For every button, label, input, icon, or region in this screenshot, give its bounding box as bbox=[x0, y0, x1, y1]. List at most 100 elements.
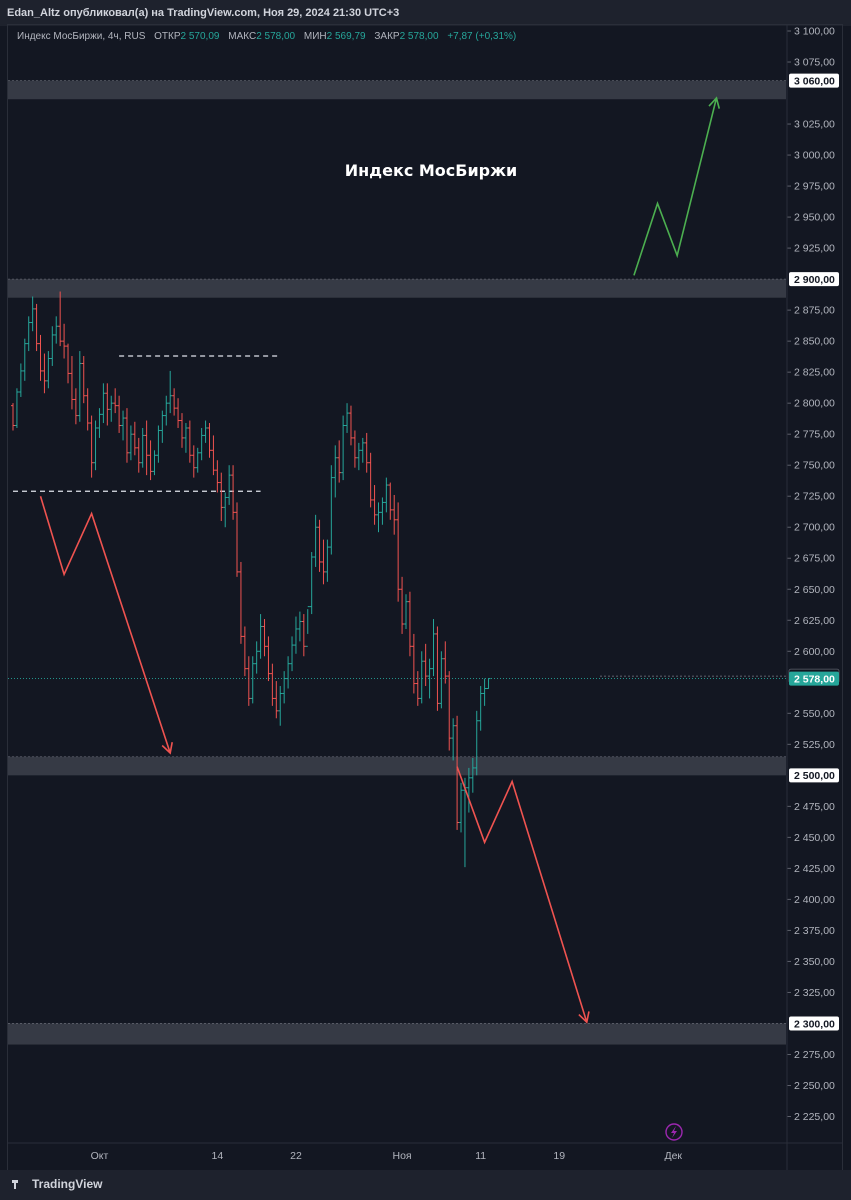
ohlc-bar[interactable] bbox=[317, 519, 322, 572]
ohlc-bar[interactable] bbox=[376, 502, 381, 533]
ohlc-bar[interactable] bbox=[451, 718, 456, 761]
ohlc-bar[interactable] bbox=[368, 452, 373, 508]
ohlc-bar[interactable] bbox=[54, 316, 59, 344]
ohlc-bar[interactable] bbox=[364, 432, 369, 473]
ohlc-bar[interactable] bbox=[89, 415, 94, 478]
ohlc-bar[interactable] bbox=[384, 477, 389, 513]
ohlc-bar[interactable] bbox=[101, 383, 106, 424]
ohlc-bar[interactable] bbox=[459, 782, 464, 833]
ohlc-bar[interactable] bbox=[69, 356, 74, 410]
ohlc-bar[interactable] bbox=[419, 651, 424, 704]
ohlc-bar[interactable] bbox=[215, 460, 220, 493]
ohlc-bar[interactable] bbox=[152, 450, 157, 476]
ohlc-bar[interactable] bbox=[93, 420, 98, 471]
ohlc-bar[interactable] bbox=[278, 686, 283, 726]
ohlc-bar[interactable] bbox=[164, 395, 169, 426]
ohlc-bar[interactable] bbox=[404, 594, 408, 629]
ohlc-bar[interactable] bbox=[388, 482, 393, 520]
ohlc-bar[interactable] bbox=[372, 485, 377, 525]
ohlc-bar[interactable] bbox=[246, 656, 251, 706]
ohlc-bar[interactable] bbox=[117, 395, 122, 433]
ohlc-bar[interactable] bbox=[144, 420, 149, 476]
ohlc-bar[interactable] bbox=[333, 445, 338, 498]
ohlc-bar[interactable] bbox=[176, 398, 181, 428]
ohlc-bar[interactable] bbox=[380, 497, 385, 525]
ohlc-bar[interactable] bbox=[242, 626, 247, 677]
ohlc-bar[interactable] bbox=[183, 423, 188, 453]
ohlc-bar[interactable] bbox=[439, 651, 444, 709]
ohlc-bar[interactable] bbox=[211, 435, 216, 476]
ohlc-bar[interactable] bbox=[282, 671, 287, 704]
ohlc-bar[interactable] bbox=[223, 492, 228, 528]
ohlc-bar[interactable] bbox=[321, 539, 326, 585]
ohlc-bar[interactable] bbox=[337, 440, 342, 483]
ohlc-bar[interactable] bbox=[172, 388, 177, 416]
ohlc-bar[interactable] bbox=[415, 671, 420, 706]
ohlc-bar[interactable] bbox=[140, 427, 145, 468]
ohlc-bar[interactable] bbox=[195, 447, 200, 473]
chart-svg[interactable]: Индекс МосБиржи 3 100,00 3 075,00 3 025,00… bbox=[0, 0, 851, 1200]
ohlc-bar[interactable] bbox=[407, 591, 412, 657]
ohlc-bar[interactable] bbox=[203, 420, 208, 443]
ohlc-bar[interactable] bbox=[443, 641, 448, 684]
ohlc-bar[interactable] bbox=[396, 502, 401, 602]
ohlc-bar[interactable] bbox=[168, 370, 173, 414]
ohlc-bar[interactable] bbox=[313, 514, 318, 567]
ohlc-bar[interactable] bbox=[356, 442, 361, 471]
ohlc-bar[interactable] bbox=[46, 351, 51, 389]
ohlc-bar[interactable] bbox=[128, 425, 133, 461]
ohlc-bar[interactable] bbox=[18, 363, 23, 397]
ohlc-bar[interactable] bbox=[113, 388, 118, 414]
ohlc-bar[interactable] bbox=[179, 413, 184, 448]
ohlc-bar[interactable] bbox=[352, 430, 357, 468]
ohlc-bar[interactable] bbox=[148, 440, 153, 481]
ohlc-bar[interactable] bbox=[447, 671, 452, 751]
ohlc-bar[interactable] bbox=[73, 388, 78, 425]
ohlc-bar[interactable] bbox=[30, 296, 35, 332]
ohlc-bar[interactable] bbox=[191, 445, 196, 478]
ohlc-bar[interactable] bbox=[219, 472, 224, 522]
ohlc-bar[interactable] bbox=[22, 338, 27, 381]
ohlc-bar[interactable] bbox=[238, 561, 243, 644]
ohlc-bar[interactable] bbox=[207, 423, 212, 458]
ohlc-bar[interactable] bbox=[77, 351, 82, 422]
ohlc-bar[interactable] bbox=[132, 421, 137, 456]
ohlc-bar[interactable] bbox=[400, 576, 405, 634]
ohlc-bar[interactable] bbox=[85, 388, 90, 431]
ohlc-bar[interactable] bbox=[329, 465, 334, 555]
ohlc-bar[interactable] bbox=[38, 334, 43, 381]
ohlc-bar[interactable] bbox=[66, 343, 71, 384]
ohlc-bar[interactable] bbox=[97, 408, 102, 438]
ohlc-bar[interactable] bbox=[274, 681, 279, 719]
ohlc-bar[interactable] bbox=[360, 437, 365, 463]
ohlc-bar[interactable] bbox=[160, 410, 165, 443]
ohlc-bar[interactable] bbox=[309, 552, 314, 615]
candles[interactable] bbox=[11, 291, 491, 868]
ohlc-bar[interactable] bbox=[105, 383, 110, 426]
ohlc-bar[interactable] bbox=[11, 403, 15, 431]
ohlc-bar[interactable] bbox=[50, 326, 55, 366]
ohlc-bar[interactable] bbox=[58, 291, 63, 347]
tradingview-brand[interactable]: TradingView bbox=[12, 1177, 102, 1191]
ohlc-bar[interactable] bbox=[254, 641, 259, 674]
ohlc-bar[interactable] bbox=[341, 415, 346, 481]
ohlc-bar[interactable] bbox=[435, 626, 440, 711]
ohlc-bar[interactable] bbox=[293, 616, 298, 654]
ohlc-bar[interactable] bbox=[286, 656, 291, 689]
ohlc-bar[interactable] bbox=[124, 408, 129, 463]
ohlc-bar[interactable] bbox=[297, 611, 302, 642]
ohlc-bar[interactable] bbox=[290, 636, 295, 672]
ohlc-bar[interactable] bbox=[262, 619, 267, 657]
ohlc-bar[interactable] bbox=[62, 323, 67, 359]
ohlc-bar[interactable] bbox=[266, 636, 271, 682]
ohlc-bar[interactable] bbox=[231, 465, 236, 520]
ohlc-bar[interactable] bbox=[121, 410, 126, 441]
ohlc-bar[interactable] bbox=[305, 606, 310, 647]
ohlc-bar[interactable] bbox=[250, 656, 255, 704]
ohlc-bar[interactable] bbox=[270, 663, 275, 706]
ohlc-bar[interactable] bbox=[478, 686, 483, 731]
lightning-icon[interactable] bbox=[665, 1123, 683, 1141]
ohlc-bar[interactable] bbox=[235, 502, 240, 577]
ohlc-bar[interactable] bbox=[81, 356, 86, 404]
ohlc-bar[interactable] bbox=[258, 614, 263, 659]
